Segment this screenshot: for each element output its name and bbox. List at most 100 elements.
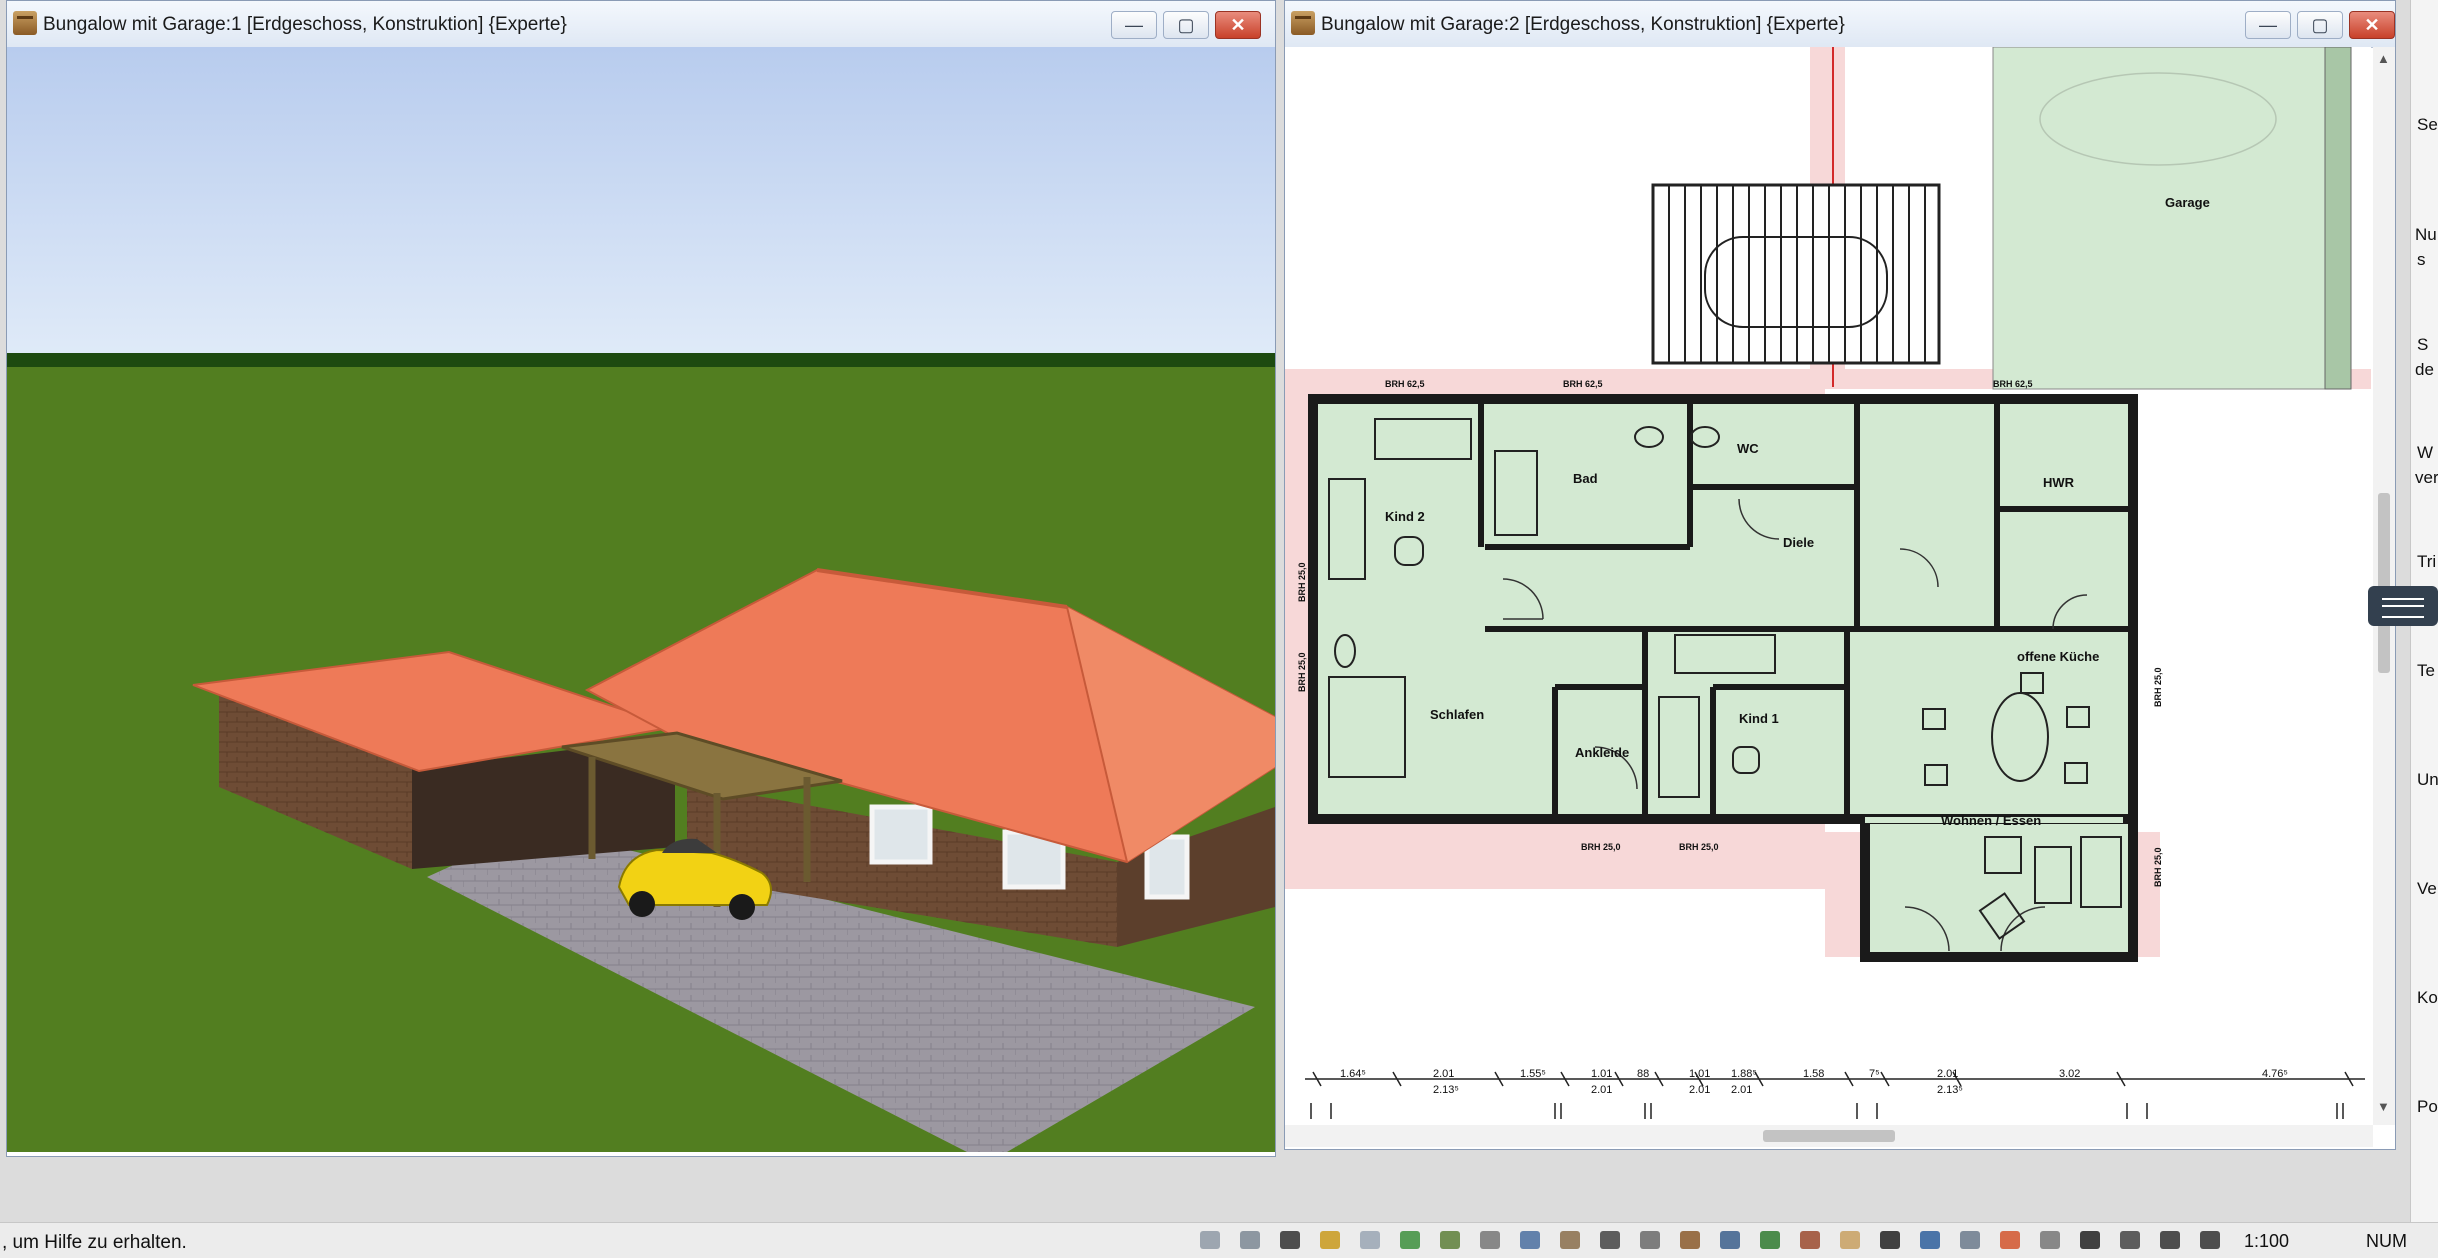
pencil-icon[interactable] xyxy=(1316,1228,1344,1252)
panel-label: Un xyxy=(2417,770,2438,789)
window2-titlebar[interactable]: Bungalow mit Garage:2 [Erdgeschoss, Kons… xyxy=(1285,1,2395,48)
close-button[interactable]: ✕ xyxy=(2349,11,2395,39)
north-arrow-icon[interactable] xyxy=(2156,1228,2184,1252)
num-lock-indicator: NUM xyxy=(2366,1231,2407,1251)
garage-area xyxy=(1992,47,2352,390)
room-label-schlafen: Schlafen xyxy=(1430,707,1484,722)
dimension-label: 3.02 xyxy=(2059,1068,2080,1080)
dimension-label: 2.01 xyxy=(1937,1068,1958,1080)
panel-label: Ko xyxy=(2417,988,2438,1007)
floor-plan-canvas[interactable]: Garage WC Bad HWR Kind 2 Diele offene Kü… xyxy=(1285,47,2371,1125)
dimension-label: 2.01 xyxy=(1433,1068,1454,1080)
fill-area-icon[interactable] xyxy=(1196,1228,1224,1252)
dimension-label: 1.01 xyxy=(1591,1068,1612,1080)
dimension-label: 2.01 xyxy=(1591,1084,1612,1096)
brh-label: BRH 25,0 xyxy=(1297,562,1307,602)
dimension-label: 4.76⁵ xyxy=(2262,1068,2288,1080)
scroll-down-arrow[interactable]: ▼ xyxy=(2377,1099,2390,1114)
panel-label: Nu xyxy=(2415,225,2437,244)
horizontal-scrollbar[interactable] xyxy=(1285,1125,2373,1147)
grid-icon[interactable] xyxy=(1276,1228,1304,1252)
brh-label: BRH 25,0 xyxy=(1581,842,1621,852)
hand-icon[interactable] xyxy=(1836,1228,1864,1252)
room-label-bad: Bad xyxy=(1573,471,1598,486)
panel-label: Se xyxy=(2417,115,2438,134)
blue-shape-icon[interactable] xyxy=(1916,1228,1944,1252)
window-1 xyxy=(869,804,933,865)
room-label-hwr: HWR xyxy=(2043,475,2075,490)
close-button[interactable]: ✕ xyxy=(1215,11,1261,39)
dimension-label: 2.13⁵ xyxy=(1433,1084,1459,1096)
panel-label: Tri xyxy=(2417,552,2437,571)
dimension-label: 2.13⁵ xyxy=(1937,1084,1963,1096)
panel-label: Te xyxy=(2417,661,2435,680)
window1-titlebar[interactable]: Bungalow mit Garage:1 [Erdgeschoss, Kons… xyxy=(7,1,1275,48)
dimension-label: 2.01 xyxy=(1731,1084,1752,1096)
floor-plan-window[interactable]: Bungalow mit Garage:2 [Erdgeschoss, Kons… xyxy=(1284,0,2396,1150)
horizontal-scroll-thumb[interactable] xyxy=(1763,1130,1895,1142)
dimension-label: 88 xyxy=(1637,1068,1649,1080)
dimension-label: 2.01 xyxy=(1689,1084,1710,1096)
status-help-text: , um Hilfe zu erhalten. xyxy=(2,1232,187,1253)
scroll-up-arrow[interactable]: ▲ xyxy=(2377,51,2390,66)
line-icon[interactable] xyxy=(1236,1228,1264,1252)
sofa-icon[interactable] xyxy=(1676,1228,1704,1252)
hatch-icon[interactable] xyxy=(1476,1228,1504,1252)
minimize-button[interactable]: — xyxy=(2245,11,2291,39)
tree-icon[interactable] xyxy=(1756,1228,1784,1252)
roof-icon[interactable] xyxy=(1356,1228,1384,1252)
panel-collapse-handle[interactable] xyxy=(2368,586,2438,626)
pattern-icon[interactable] xyxy=(2036,1228,2064,1252)
figure-icon[interactable] xyxy=(1796,1228,1824,1252)
stairs-icon[interactable] xyxy=(1556,1228,1584,1252)
room-label-kind-2: Kind 2 xyxy=(1385,509,1425,524)
brh-label: BRH 62,5 xyxy=(1385,379,1425,389)
window-icon[interactable] xyxy=(1516,1228,1544,1252)
3d-viewport[interactable] xyxy=(7,47,1275,1152)
pergola xyxy=(1651,183,1941,365)
dimension-label: 1.55⁵ xyxy=(1520,1068,1546,1080)
dimension-label: 1.88⁵ xyxy=(1731,1068,1757,1080)
spelling-icon[interactable] xyxy=(2076,1228,2104,1252)
dimension-label: 1.01 xyxy=(1689,1068,1710,1080)
room-label-wc: WC xyxy=(1737,441,1759,456)
room-label-kind-1: Kind 1 xyxy=(1739,711,1779,726)
window1-title: Bungalow mit Garage:1 [Erdgeschoss, Kons… xyxy=(43,14,567,35)
measure-icon[interactable] xyxy=(2116,1228,2144,1252)
maximize-button[interactable]: ▢ xyxy=(1163,11,1209,39)
brh-label: BRH 25,0 xyxy=(1297,652,1307,692)
vertical-scroll-thumb[interactable] xyxy=(2378,493,2390,673)
box-icon[interactable] xyxy=(1956,1228,1984,1252)
menu-icon xyxy=(2382,598,2424,618)
office-chair-icon[interactable] xyxy=(1716,1228,1744,1252)
brh-label: BRH 25,0 xyxy=(2153,847,2163,887)
app-icon xyxy=(1291,11,1315,35)
panel-label: ver xyxy=(2415,468,2438,487)
room-label-offene-kueche: offene Küche xyxy=(2017,649,2099,664)
scale-indicator[interactable]: 1:100 xyxy=(2244,1231,2289,1252)
dimension-label: 1.64⁵ xyxy=(1340,1068,1366,1080)
panel-label: Ve xyxy=(2417,879,2437,898)
room-label-ankleide: Ankleide xyxy=(1575,745,1629,760)
3d-icon[interactable] xyxy=(1996,1228,2024,1252)
chair-icon[interactable] xyxy=(1636,1228,1664,1252)
panel-label: de xyxy=(2415,360,2434,379)
terrain-icon[interactable] xyxy=(1396,1228,1424,1252)
minimize-button[interactable]: — xyxy=(1111,11,1157,39)
panel-label: s xyxy=(2417,250,2426,269)
room-label-garage: Garage xyxy=(2165,195,2210,210)
sky xyxy=(7,47,1275,353)
maximize-button[interactable]: ▢ xyxy=(2297,11,2343,39)
texture-icon[interactable] xyxy=(1436,1228,1464,1252)
brh-label: BRH 62,5 xyxy=(1993,379,2033,389)
panel-label: W xyxy=(2417,443,2434,462)
3d-view-window[interactable]: Bungalow mit Garage:1 [Erdgeschoss, Kons… xyxy=(6,0,1276,1157)
anchor-icon[interactable] xyxy=(1876,1228,1904,1252)
camera-icon[interactable] xyxy=(2196,1228,2224,1252)
footprints-icon[interactable] xyxy=(1596,1228,1624,1252)
app-icon xyxy=(13,11,37,35)
horizon-trees xyxy=(7,353,1275,367)
brh-label: BRH 25,0 xyxy=(2153,667,2163,707)
dimension-label: 7⁵ xyxy=(1869,1068,1880,1080)
room-label-diele: Diele xyxy=(1783,535,1814,550)
